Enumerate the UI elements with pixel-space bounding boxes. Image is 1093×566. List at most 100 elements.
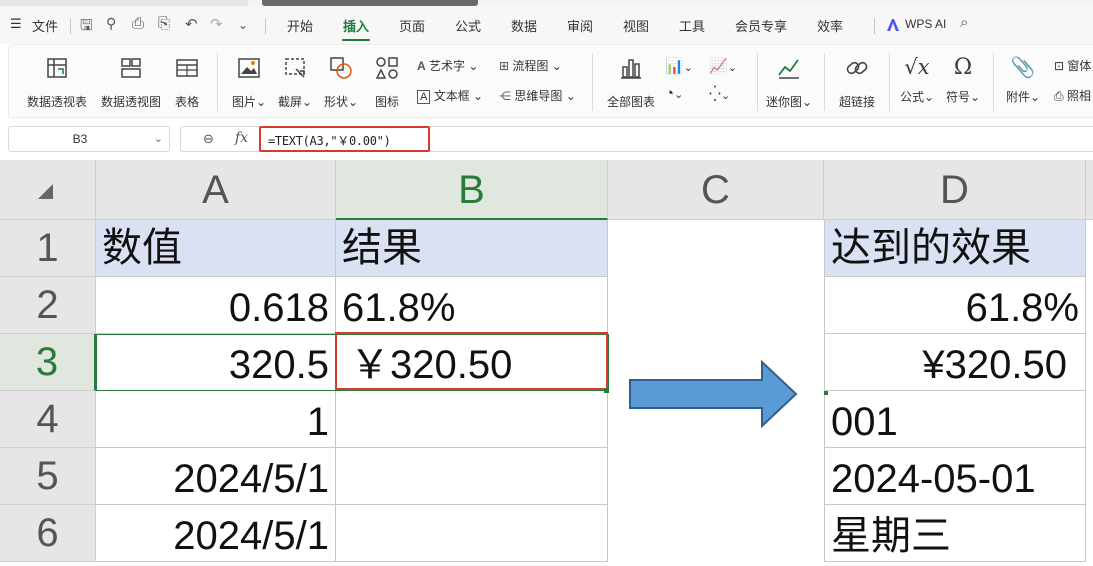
scatter-chart-dropdown[interactable]: ⁛⌄ — [709, 85, 730, 103]
search-icon[interactable]: ⌕ — [960, 14, 968, 31]
tab-insert[interactable]: 插入 — [343, 16, 369, 35]
flowchart-button[interactable]: ⊞ 流程图 ⌄ — [499, 57, 562, 74]
cell-d4[interactable]: 001 — [824, 391, 1086, 448]
column-header-c[interactable]: C — [608, 160, 824, 220]
tab-view[interactable]: 视图 — [623, 16, 649, 35]
pie-chart-icon: ◔ — [665, 85, 675, 102]
cell-a1[interactable]: 数值 — [96, 220, 336, 277]
pivot-chart-button[interactable]: 数据透视图 — [97, 55, 165, 110]
row-header-1[interactable]: 1 — [0, 220, 96, 277]
symbol-button[interactable]: Ω 符号⌄ — [943, 55, 983, 105]
cell-d3[interactable]: ¥320.50 — [824, 334, 1086, 391]
redo-icon[interactable]: ↷ — [210, 15, 223, 33]
cell-b6[interactable] — [336, 505, 608, 562]
undo-icon[interactable]: ↶ — [185, 15, 198, 33]
attachment-button[interactable]: 📎 附件⌄ — [1003, 55, 1043, 105]
d4-corner-marker — [824, 391, 828, 395]
pivot-table-icon — [47, 58, 67, 78]
column-header-a[interactable]: A — [96, 160, 336, 220]
hyperlink-button[interactable]: 超链接 — [835, 55, 879, 110]
cell-d2[interactable]: 61.8% — [824, 277, 1086, 334]
cell-d6[interactable]: 星期三 — [824, 505, 1086, 562]
cell-a4[interactable]: 1 — [96, 391, 336, 448]
formula-label: 公式⌄ — [899, 90, 935, 104]
mind-map-button[interactable]: ⋲ 思维导图 ⌄ — [499, 87, 576, 104]
formula-highlight-box[interactable]: =TEXT(A3,"￥0.00") — [259, 126, 430, 152]
line-chart-dropdown[interactable]: 📈⌄ — [709, 57, 737, 75]
mind-map-icon: ⋲ — [499, 89, 511, 103]
b3-highlight-box[interactable] — [335, 332, 608, 390]
tab-home[interactable]: 开始 — [287, 16, 313, 35]
cell-a2[interactable]: 0.618 — [96, 277, 336, 334]
window-button[interactable]: ⊡ 窗体 — [1054, 57, 1091, 74]
row-header-4[interactable]: 4 — [0, 391, 96, 448]
text-box-icon: A — [417, 90, 431, 104]
pivot-chart-icon — [121, 58, 141, 78]
sparkline-label: 迷你图⌄ — [765, 95, 813, 109]
cell-b4[interactable] — [336, 391, 608, 448]
ribbon-divider — [592, 53, 593, 111]
scatter-chart-icon: ⁛ — [709, 86, 721, 103]
right-arrow-shape[interactable] — [624, 358, 802, 430]
table-icon — [176, 59, 198, 77]
cell-a6[interactable]: 2024/5/1 — [96, 505, 336, 562]
shape-label: 形状⌄ — [323, 95, 359, 109]
shape-button[interactable]: 形状⌄ — [321, 55, 361, 110]
row-header-5[interactable]: 5 — [0, 448, 96, 505]
file-menu[interactable]: 文件 — [32, 16, 58, 35]
bar-chart-dropdown[interactable]: 📊⌄ — [665, 57, 693, 75]
art-text-button[interactable]: A 艺术字 ⌄ — [417, 57, 478, 74]
column-header-e[interactable] — [1086, 160, 1093, 220]
fx-icon[interactable]: fx — [235, 130, 248, 146]
formula-button[interactable]: √x 公式⌄ — [897, 55, 937, 105]
save-icon[interactable]: 🖫 — [80, 15, 93, 40]
row-header-6[interactable]: 6 — [0, 505, 96, 562]
icon-button[interactable]: 图标 — [369, 55, 405, 110]
chevron-down-icon[interactable]: ⌄ — [154, 132, 163, 145]
cell-b1[interactable]: 结果 — [336, 220, 608, 277]
select-all-corner[interactable] — [0, 160, 96, 220]
cell-d5[interactable]: 2024-05-01 — [824, 448, 1086, 505]
formula-icon: √x — [904, 55, 930, 79]
divider — [265, 18, 266, 34]
row-header-3[interactable]: 3 — [0, 334, 96, 391]
row-header-2[interactable]: 2 — [0, 277, 96, 334]
menu-bar: ☰ 文件 🖫 ⚲ ⎙ ⎘ ↶ ↷ ⌄ 开始 插入 页面 公式 数据 审阅 视图 … — [0, 6, 1093, 44]
tab-data[interactable]: 数据 — [511, 16, 537, 35]
quick-access-more-icon[interactable]: ⌄ — [238, 18, 248, 32]
formula-input-area[interactable]: ⊖ fx =TEXT(A3,"￥0.00") — [180, 126, 1093, 152]
table-button[interactable]: 表格 — [169, 55, 205, 110]
cell-b5[interactable] — [336, 448, 608, 505]
pivot-table-button[interactable]: 数据透视表 — [23, 55, 91, 110]
print-preview-icon[interactable]: ⎘ — [158, 15, 170, 32]
tab-review[interactable]: 审阅 — [567, 16, 593, 35]
column-header-b[interactable]: B — [336, 160, 608, 220]
picture-icon — [238, 58, 260, 78]
screenshot-button[interactable]: 截屏⌄ — [275, 55, 315, 110]
name-box[interactable]: B3 ⌄ — [8, 126, 170, 152]
cell-d1[interactable]: 达到的效果 — [824, 220, 1086, 277]
column-header-d[interactable]: D — [824, 160, 1086, 220]
sparkline-button[interactable]: 迷你图⌄ — [765, 55, 813, 110]
ribbon-divider — [757, 53, 758, 111]
picture-button[interactable]: 图片⌄ — [229, 55, 269, 110]
cell-b2[interactable]: 61.8% — [336, 277, 608, 334]
text-box-button[interactable]: A 文本框 ⌄ — [417, 87, 483, 104]
format-painter-icon[interactable]: ⚲ — [106, 15, 116, 32]
zoom-icon[interactable]: ⊖ — [203, 131, 214, 147]
hamburger-icon[interactable]: ☰ — [10, 16, 22, 32]
cell-a5[interactable]: 2024/5/1 — [96, 448, 336, 505]
all-charts-button[interactable]: 全部图表 — [603, 55, 659, 110]
print-icon[interactable]: ⎙ — [132, 15, 144, 32]
tab-efficiency[interactable]: 效率 — [817, 16, 843, 35]
tab-member[interactable]: 会员专享 — [735, 16, 787, 35]
fill-handle[interactable] — [604, 388, 609, 393]
tab-formulas[interactable]: 公式 — [455, 16, 481, 35]
wps-ai-button[interactable]: WPS AI — [905, 17, 946, 31]
tab-tools[interactable]: 工具 — [679, 16, 705, 35]
tab-page[interactable]: 页面 — [399, 16, 425, 35]
camera-button[interactable]: ⎙ 照相 — [1054, 87, 1091, 104]
pie-chart-dropdown[interactable]: ◔⌄ — [665, 85, 683, 102]
symbol-label: 符号⌄ — [945, 90, 981, 104]
pivot-chart-label: 数据透视图 — [100, 95, 161, 109]
